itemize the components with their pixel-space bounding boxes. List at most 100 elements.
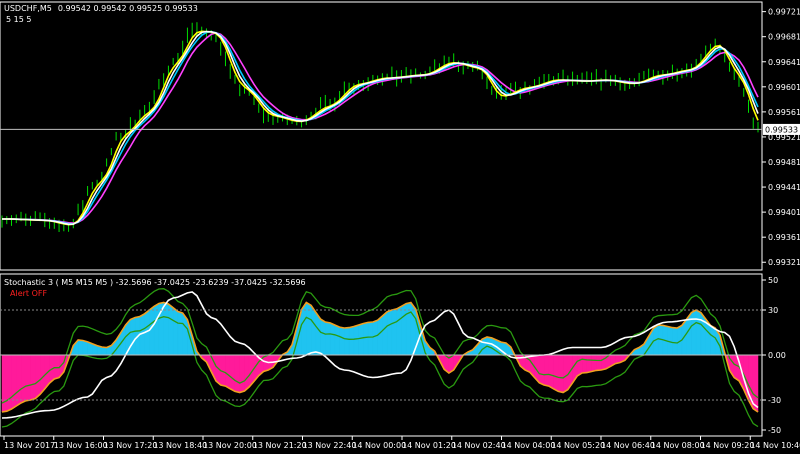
stochastic-fill xyxy=(16,354,22,407)
alert-status: Alert OFF xyxy=(10,289,47,298)
time-tick-label: 14 Nov 05:20 xyxy=(551,441,605,450)
indicator-tick-label: -30 xyxy=(768,396,781,405)
stochastic-fill xyxy=(244,354,250,392)
stochastic-fill xyxy=(320,318,326,356)
ma-fast-line xyxy=(2,30,759,226)
stochastic-signal-line xyxy=(1,301,759,413)
stochastic-fill xyxy=(225,354,231,390)
stochastic-fill xyxy=(153,303,160,356)
indicator-tick-label: 30 xyxy=(768,306,778,315)
stochastic-fill xyxy=(344,327,350,356)
stochastic-fill xyxy=(667,326,673,356)
price-tick-label: 0.99561 xyxy=(768,108,800,117)
time-tick-label: 14 Nov 04:00 xyxy=(502,441,556,450)
stochastic-fill xyxy=(310,304,317,356)
price-tick-label: 0.99401 xyxy=(768,208,800,217)
price-axis: 0.99721 0.99681 0.99641 0.99601 0.99561 0.995… xyxy=(762,8,800,267)
stochastic-fill xyxy=(54,354,60,380)
stochastic-fill xyxy=(6,354,12,412)
stochastic-fill xyxy=(386,309,393,356)
stochastic-fill xyxy=(334,324,340,356)
ma-slow-line xyxy=(2,32,759,224)
time-tick-label: 14 Nov 06:40 xyxy=(601,441,655,450)
stochastic-fill xyxy=(348,326,355,356)
stochastic-fill xyxy=(30,354,36,401)
stochastic-fill xyxy=(168,303,174,356)
stochastic-fill xyxy=(363,322,369,356)
stochastic-fill xyxy=(11,354,17,410)
stochastic-fill xyxy=(339,326,345,356)
stochastic-fill xyxy=(396,305,402,356)
stochastic-fill xyxy=(710,324,716,356)
stochastic-fill xyxy=(35,354,41,400)
stochastic-fill xyxy=(691,309,697,356)
stochastic-fill xyxy=(382,311,388,356)
price-tick-label: 0.99481 xyxy=(768,158,800,167)
time-tick-label: 13 Nov 2017 xyxy=(4,441,55,450)
stochastic-fill xyxy=(353,324,359,356)
price-tick-label: 0.99641 xyxy=(768,58,800,67)
stochastic-fill xyxy=(596,354,602,371)
ohlc-text: 0.99542 0.99542 0.99525 0.99533 xyxy=(58,4,198,13)
stochastic-fill xyxy=(553,354,559,392)
ma-mid-line xyxy=(2,30,759,225)
price-tick-label: 0.99681 xyxy=(768,33,800,42)
stochastic-fill xyxy=(372,319,378,356)
indicator-tick-label: -50 xyxy=(768,426,781,435)
price-tick-label: 0.99441 xyxy=(768,183,800,192)
stochastic-fill xyxy=(543,354,550,387)
stochastic-fill xyxy=(558,354,564,393)
stochastic-fill xyxy=(1,354,8,413)
stochastic-fill xyxy=(234,354,240,393)
stochastic-fill xyxy=(263,354,269,372)
time-tick-label: 14 Nov 01:20 xyxy=(402,441,456,450)
stochastic-fill xyxy=(229,354,236,392)
symbol-label: USDCHF,M5 0.99542 0.99542 0.99525 0.99533 xyxy=(4,4,198,13)
stochastic-fill xyxy=(329,322,336,356)
trading-chart[interactable]: 0.99721 0.99681 0.99641 0.99601 0.99561 0.995… xyxy=(0,0,800,454)
stochastic-fill xyxy=(391,308,397,356)
stochastic-fill xyxy=(358,323,364,356)
indicator-title: Stochastic 3 ( M5 M15 M5 ) -32.5696 -37.… xyxy=(4,278,306,287)
stochastic-fill xyxy=(325,321,331,356)
time-tick-label: 14 Nov 08:00 xyxy=(651,441,705,450)
time-tick-label: 14 Nov 10:40 xyxy=(750,441,800,450)
stochastic-fill xyxy=(172,307,179,356)
stochastic-fill xyxy=(581,354,588,374)
price-tick-label: 0.99601 xyxy=(768,83,800,92)
time-tick-label: 13 Nov 18:40 xyxy=(153,441,207,450)
indicator-tick-label: 0.00 xyxy=(768,351,786,360)
stochastic-fill xyxy=(82,340,88,356)
indicator-axis: 50 30 0.00 -30 -50 xyxy=(0,276,786,435)
stochastic-fill xyxy=(600,354,607,371)
stochastic-fill xyxy=(25,354,31,402)
moving-average-lines xyxy=(2,30,759,226)
candlestick-series xyxy=(1,22,759,232)
stochastic-fill xyxy=(672,327,678,356)
symbol-text: USDCHF,M5 xyxy=(4,4,52,13)
stochastic-fill xyxy=(377,315,383,356)
stochastic-series xyxy=(1,288,759,428)
price-tick-label: 0.99721 xyxy=(768,8,800,17)
params-label: 5 15 5 xyxy=(6,15,31,24)
stochastic-fill xyxy=(591,354,597,372)
stochastic-fill xyxy=(548,354,554,390)
time-tick-label: 14 Nov 09:20 xyxy=(701,441,755,450)
stochastic-fill xyxy=(77,339,84,356)
stochastic-fill xyxy=(695,309,702,356)
price-tick-label: 0.99321 xyxy=(768,258,800,267)
time-tick-label: 13 Nov 21:20 xyxy=(253,441,307,450)
stochastic-fill xyxy=(539,354,545,386)
current-price-label: 0.99533 xyxy=(765,125,798,134)
stochastic-fill xyxy=(177,311,183,356)
time-tick-label: 14 Nov 02:40 xyxy=(452,441,506,450)
main-price-panel[interactable] xyxy=(0,1,763,271)
stochastic-fill xyxy=(562,354,569,393)
stochastic-fill xyxy=(20,354,27,404)
time-tick-label: 13 Nov 17:20 xyxy=(104,441,158,450)
stochastic-fill xyxy=(401,303,407,356)
time-tick-label: 13 Nov 22:40 xyxy=(303,441,357,450)
ma-white-line xyxy=(2,30,759,226)
price-tick-label: 0.99361 xyxy=(768,233,800,242)
stochastic-fill xyxy=(367,321,374,356)
